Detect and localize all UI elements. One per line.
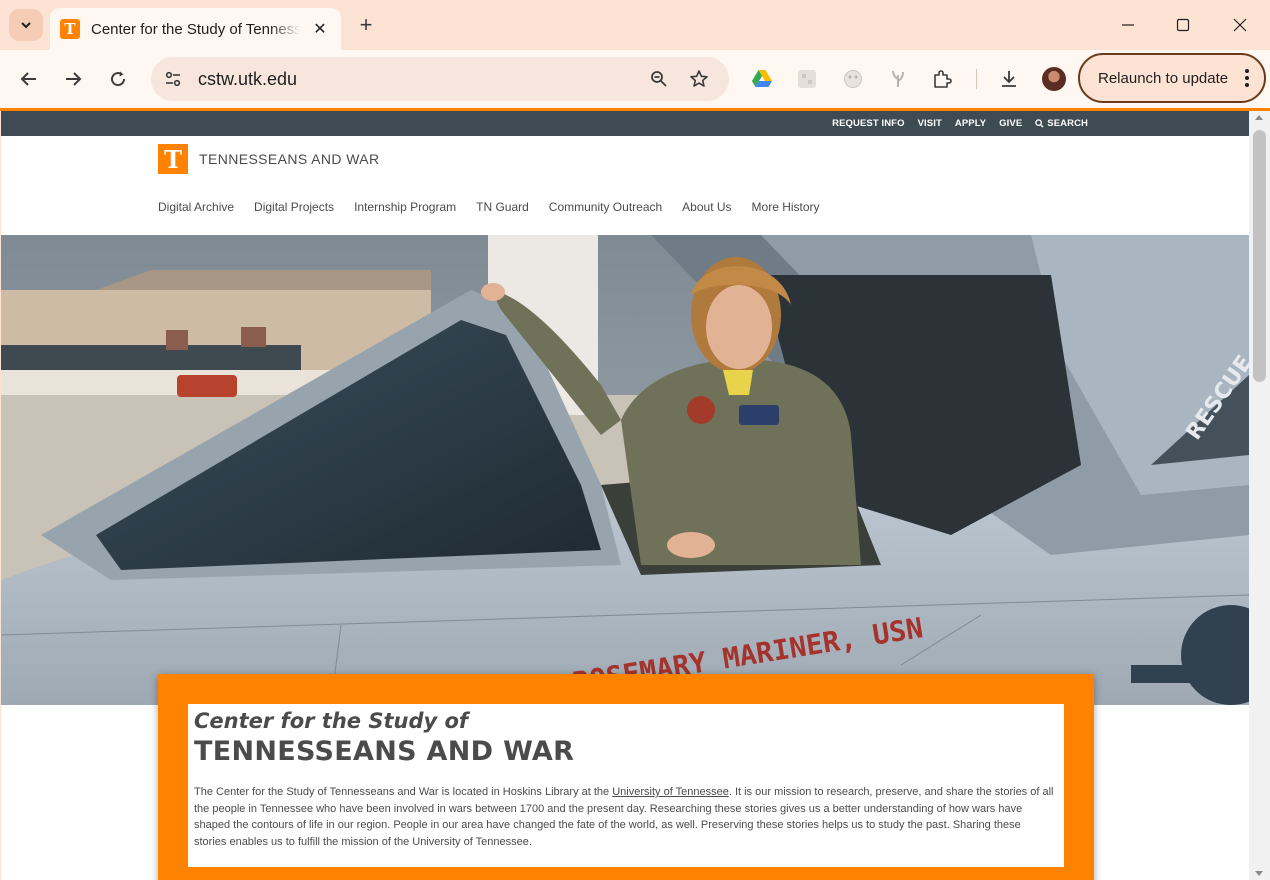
chevron-down-icon	[21, 22, 31, 29]
nav-tn-guard[interactable]: TN Guard	[476, 200, 529, 214]
page-viewport: REQUEST INFO VISIT APPLY GIVE SEARCH T T…	[1, 111, 1249, 880]
browser-tab[interactable]: T Center for the Study of Tennessee ✕	[50, 8, 341, 50]
profile-avatar[interactable]	[1042, 67, 1066, 91]
nav-about-us[interactable]: About Us	[682, 200, 731, 214]
maximize-icon[interactable]	[1168, 10, 1198, 40]
arrow-left-icon	[20, 72, 36, 86]
intro-paragraph: The Center for the Study of Tennesseans …	[194, 784, 1054, 850]
request-info-link[interactable]: REQUEST INFO	[832, 118, 904, 129]
intro-card: Center for the Study of TENNESSEANS AND …	[158, 674, 1094, 880]
nav-more-history[interactable]: More History	[752, 200, 820, 214]
bookmark-star-icon[interactable]	[688, 68, 710, 90]
minimize-icon[interactable]	[1113, 10, 1143, 40]
scroll-up-arrow-icon[interactable]	[1255, 115, 1263, 120]
intro-kicker: Center for the Study of	[194, 709, 469, 733]
apply-link[interactable]: APPLY	[955, 118, 986, 129]
new-tab-button[interactable]: +	[352, 11, 380, 39]
intro-headline: TENNESSEANS AND WAR	[194, 736, 575, 767]
url-text: cstw.utk.edu	[198, 69, 298, 89]
extension-plant-icon[interactable]	[886, 67, 910, 91]
tab-title: Center for the Study of Tennessee	[91, 20, 301, 38]
main-nav: Digital Archive Digital Projects Interns…	[158, 200, 820, 214]
utility-bar: REQUEST INFO VISIT APPLY GIVE SEARCH	[1, 111, 1249, 136]
extensions-puzzle-icon[interactable]	[930, 67, 954, 91]
search-icon	[1035, 119, 1044, 128]
reload-button[interactable]	[103, 64, 133, 94]
university-link[interactable]: University of Tennessee	[612, 786, 729, 798]
site-favicon-icon: T	[60, 19, 80, 39]
browser-toolbar: cstw.utk.edu Relaunch to update	[0, 50, 1270, 108]
scroll-down-arrow-icon[interactable]	[1255, 871, 1263, 876]
scroll-thumb[interactable]	[1253, 130, 1266, 382]
brand-name: TENNESSEANS AND WAR	[199, 151, 380, 167]
hero-photo: RESCUE CDR ROSEMARY MARINER, USN	[1, 235, 1249, 705]
tab-strip: T Center for the Study of Tennessee ✕ +	[0, 0, 1270, 50]
ut-logo: T	[158, 144, 188, 174]
visit-link[interactable]: VISIT	[918, 118, 942, 129]
intro-card-body: Center for the Study of TENNESSEANS AND …	[188, 704, 1064, 867]
site-brand[interactable]: T TENNESSEANS AND WAR	[158, 144, 380, 174]
tab-search-button[interactable]	[9, 9, 43, 41]
arrow-right-icon	[66, 72, 82, 86]
nav-digital-projects[interactable]: Digital Projects	[254, 200, 334, 214]
reload-icon	[111, 71, 126, 87]
relaunch-label: Relaunch to update	[1098, 69, 1229, 87]
close-tab-icon[interactable]: ✕	[309, 18, 331, 40]
site-info-icon[interactable]	[161, 67, 185, 91]
zoom-icon[interactable]	[648, 68, 670, 90]
toolbar-separator	[976, 69, 977, 89]
more-menu-icon[interactable]	[1244, 69, 1250, 87]
search-label: SEARCH	[1047, 118, 1088, 129]
address-bar[interactable]: cstw.utk.edu	[151, 57, 729, 101]
hero-image: RESCUE CDR ROSEMARY MARINER, USN	[1, 235, 1249, 705]
give-link[interactable]: GIVE	[999, 118, 1022, 129]
back-button[interactable]	[14, 64, 44, 94]
nav-digital-archive[interactable]: Digital Archive	[158, 200, 234, 214]
nav-community-outreach[interactable]: Community Outreach	[549, 200, 662, 214]
google-drive-icon[interactable]	[750, 67, 774, 91]
extension-grid-icon[interactable]	[795, 67, 819, 91]
forward-button[interactable]	[58, 64, 88, 94]
download-icon[interactable]	[997, 67, 1021, 91]
extension-face-icon[interactable]	[841, 67, 865, 91]
search-link[interactable]: SEARCH	[1035, 118, 1088, 129]
close-window-icon[interactable]	[1225, 10, 1255, 40]
intro-text-part1: The Center for the Study of Tennesseans …	[194, 786, 613, 798]
relaunch-to-update-button[interactable]: Relaunch to update	[1078, 53, 1266, 103]
utility-links: REQUEST INFO VISIT APPLY GIVE SEARCH	[832, 111, 1088, 136]
page-scrollbar[interactable]	[1249, 111, 1270, 880]
nav-internship-program[interactable]: Internship Program	[354, 200, 456, 214]
